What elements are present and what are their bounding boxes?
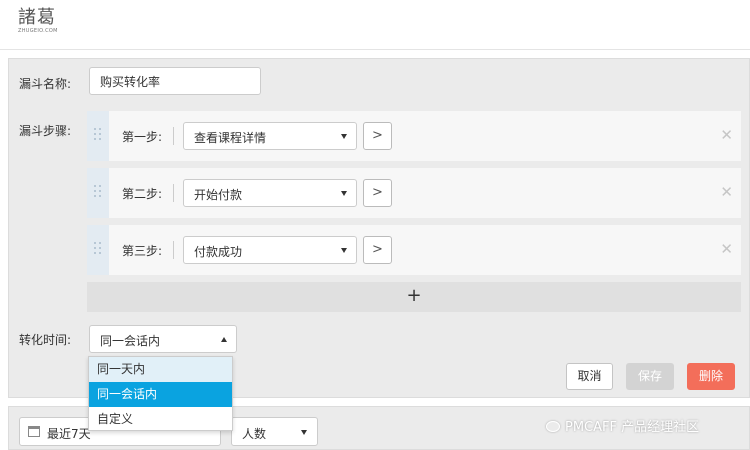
step-event-select[interactable]: 付款成功 (183, 236, 357, 264)
funnel-step-3: 第三步: 付款成功 > ✕ (87, 225, 741, 275)
conversion-time-menu: 同一天内 同一会话内 自定义 (88, 356, 233, 431)
calendar-icon (28, 426, 40, 437)
step-event-value: 开始付款 (194, 188, 243, 202)
step-next-button[interactable]: > (363, 122, 392, 150)
funnel-name-input[interactable] (89, 67, 261, 95)
funnel-step-1: 第一步: 查看课程详情 > ✕ (87, 111, 741, 161)
step-event-value: 查看课程详情 (194, 131, 267, 145)
chat-bubble-icon (546, 421, 560, 432)
conversion-time-value: 同一会话内 (100, 334, 161, 348)
cancel-button[interactable]: 取消 (566, 363, 613, 390)
funnel-steps-label: 漏斗步骤: (19, 124, 72, 138)
step-event-select[interactable]: 开始付款 (183, 179, 357, 207)
funnel-name-label: 漏斗名称: (19, 77, 72, 91)
drag-handle-icon[interactable] (87, 225, 109, 275)
menu-item-same-session[interactable]: 同一会话内 (89, 382, 232, 407)
watermark: PMCAFF 产品经理社区 (546, 416, 699, 435)
step-next-button[interactable]: > (363, 236, 392, 264)
close-icon[interactable]: ✕ (720, 240, 733, 258)
add-step-button[interactable]: + (87, 282, 741, 312)
menu-item-custom[interactable]: 自定义 (89, 407, 232, 432)
save-button[interactable]: 保存 (626, 363, 674, 390)
step-next-button[interactable]: > (363, 179, 392, 207)
conversion-time-label: 转化时间: (19, 333, 72, 347)
step-label: 第三步: (122, 244, 163, 258)
conversion-time-select[interactable]: 同一会话内 (89, 325, 237, 353)
logo[interactable]: 諸葛 ZHUGEIO.COM (18, 8, 58, 35)
delete-button[interactable]: 删除 (687, 363, 735, 390)
close-icon[interactable]: ✕ (720, 126, 733, 144)
step-event-value: 付款成功 (194, 245, 243, 259)
divider (173, 241, 174, 259)
logo-subtext: ZHUGEIO.COM (18, 28, 58, 34)
metric-value: 人数 (242, 427, 267, 441)
close-icon[interactable]: ✕ (720, 183, 733, 201)
top-bar: 諸葛 ZHUGEIO.COM (0, 0, 750, 50)
metric-select[interactable]: 人数 (231, 417, 318, 446)
drag-handle-icon[interactable] (87, 168, 109, 218)
step-label: 第二步: (122, 187, 163, 201)
funnel-step-2: 第二步: 开始付款 > ✕ (87, 168, 741, 218)
caret-down-icon (341, 134, 347, 139)
step-label: 第一步: (122, 130, 163, 144)
divider (173, 127, 174, 145)
drag-handle-icon[interactable] (87, 111, 109, 161)
funnel-editor-panel: 漏斗名称: 漏斗步骤: 第一步: 查看课程详情 > ✕ 第二步: 开始付款 > … (8, 58, 750, 398)
caret-down-icon (341, 191, 347, 196)
menu-item-same-day[interactable]: 同一天内 (89, 357, 232, 382)
watermark-text: PMCAFF 产品经理社区 (565, 420, 700, 435)
divider (173, 184, 174, 202)
caret-down-icon (301, 430, 307, 435)
caret-down-icon (341, 248, 347, 253)
logo-text: 諸葛 (18, 7, 56, 28)
caret-up-icon (221, 337, 227, 342)
step-event-select[interactable]: 查看课程详情 (183, 122, 357, 150)
date-range-value: 最近7天 (47, 427, 91, 441)
